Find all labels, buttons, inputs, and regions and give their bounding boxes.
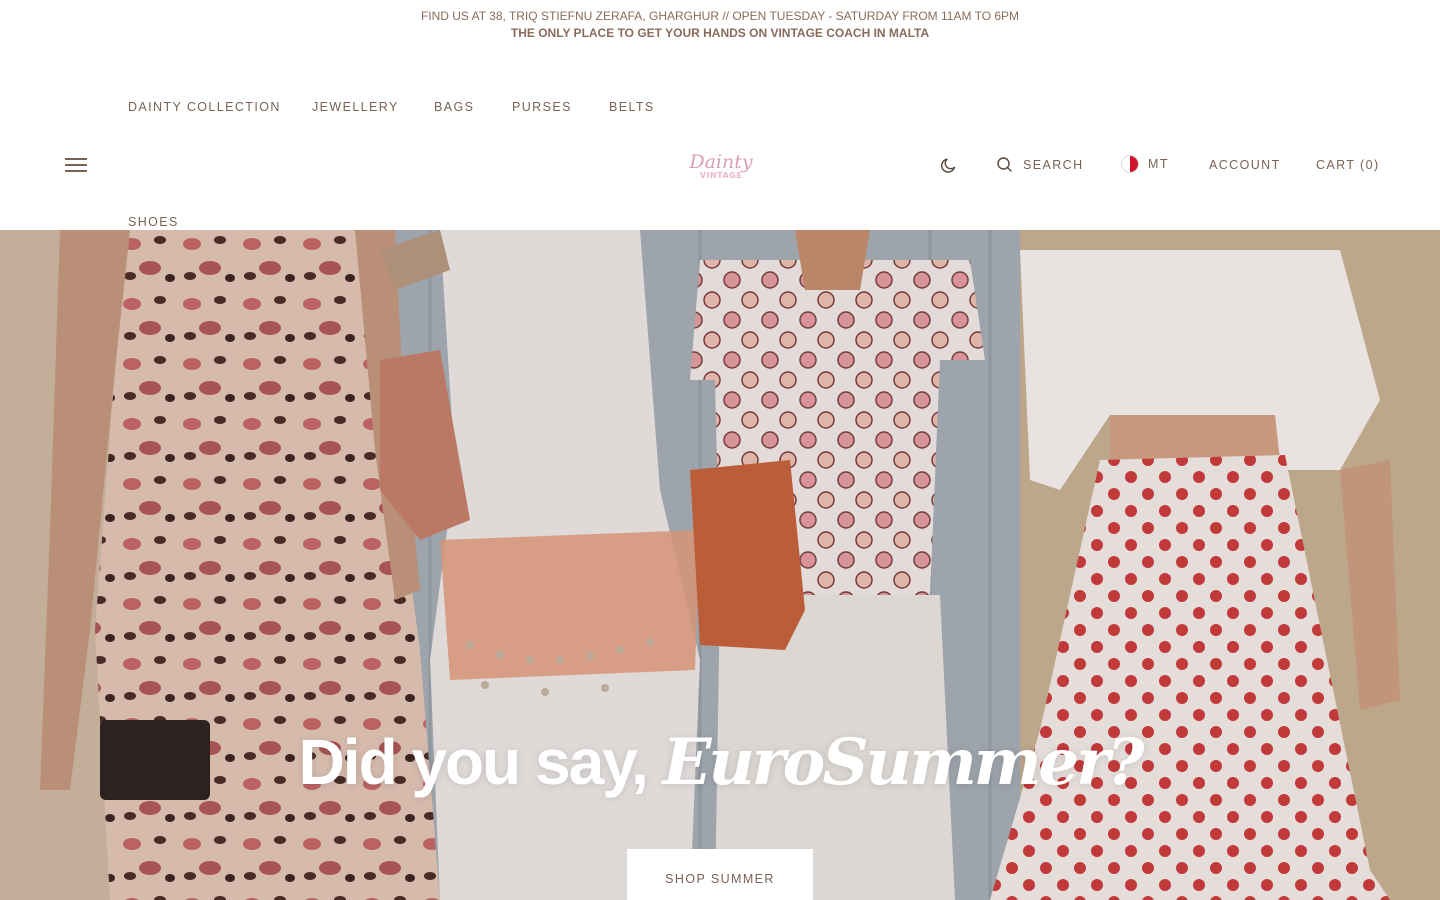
malta-flag-icon	[1121, 155, 1139, 173]
locale-selector[interactable]: MT	[1121, 155, 1169, 173]
announcement-address: FIND US AT 38, TRIQ STIEFNU ZERAFA, GHAR…	[420, 9, 1020, 23]
hero-title-plain: Did you say,	[298, 726, 663, 798]
nav-item-jewellery[interactable]: JEWELLERY	[312, 100, 399, 114]
nav-item-belts[interactable]: BELTS	[609, 100, 655, 114]
nav-item-dainty-collection[interactable]: DAINTY COLLECTION	[128, 100, 281, 114]
account-link[interactable]: ACCOUNT	[1209, 158, 1281, 172]
cart-link[interactable]: CART (0)	[1316, 158, 1380, 172]
hero-title: Did you say, EuroSummer?	[0, 722, 1440, 803]
hero-title-script: EuroSummer?	[662, 725, 1145, 800]
nav-item-shoes[interactable]: SHOES	[128, 215, 179, 229]
locale-label: MT	[1148, 157, 1169, 171]
search-button[interactable]: SEARCH	[996, 156, 1084, 173]
hero-banner: Did you say, EuroSummer? SHOP SUMMER	[0, 230, 1440, 900]
logo-sub-text: VINTAGE	[700, 171, 742, 180]
logo-script-text: Dainty	[688, 151, 753, 173]
announcement-tagline: THE ONLY PLACE TO GET YOUR HANDS ON VINT…	[510, 26, 930, 40]
shop-summer-button[interactable]: SHOP SUMMER	[627, 849, 813, 900]
announcement-bar: FIND US AT 38, TRIQ STIEFNU ZERAFA, GHAR…	[0, 0, 1440, 50]
nav-item-purses[interactable]: PURSES	[512, 100, 572, 114]
nav-item-bags[interactable]: BAGS	[434, 100, 474, 114]
menu-icon[interactable]	[65, 157, 87, 173]
theme-toggle-button[interactable]	[940, 156, 958, 174]
moon-icon	[941, 158, 956, 173]
site-logo[interactable]: Dainty VINTAGE	[686, 146, 756, 186]
search-icon	[997, 157, 1012, 172]
search-label: SEARCH	[1023, 157, 1084, 172]
